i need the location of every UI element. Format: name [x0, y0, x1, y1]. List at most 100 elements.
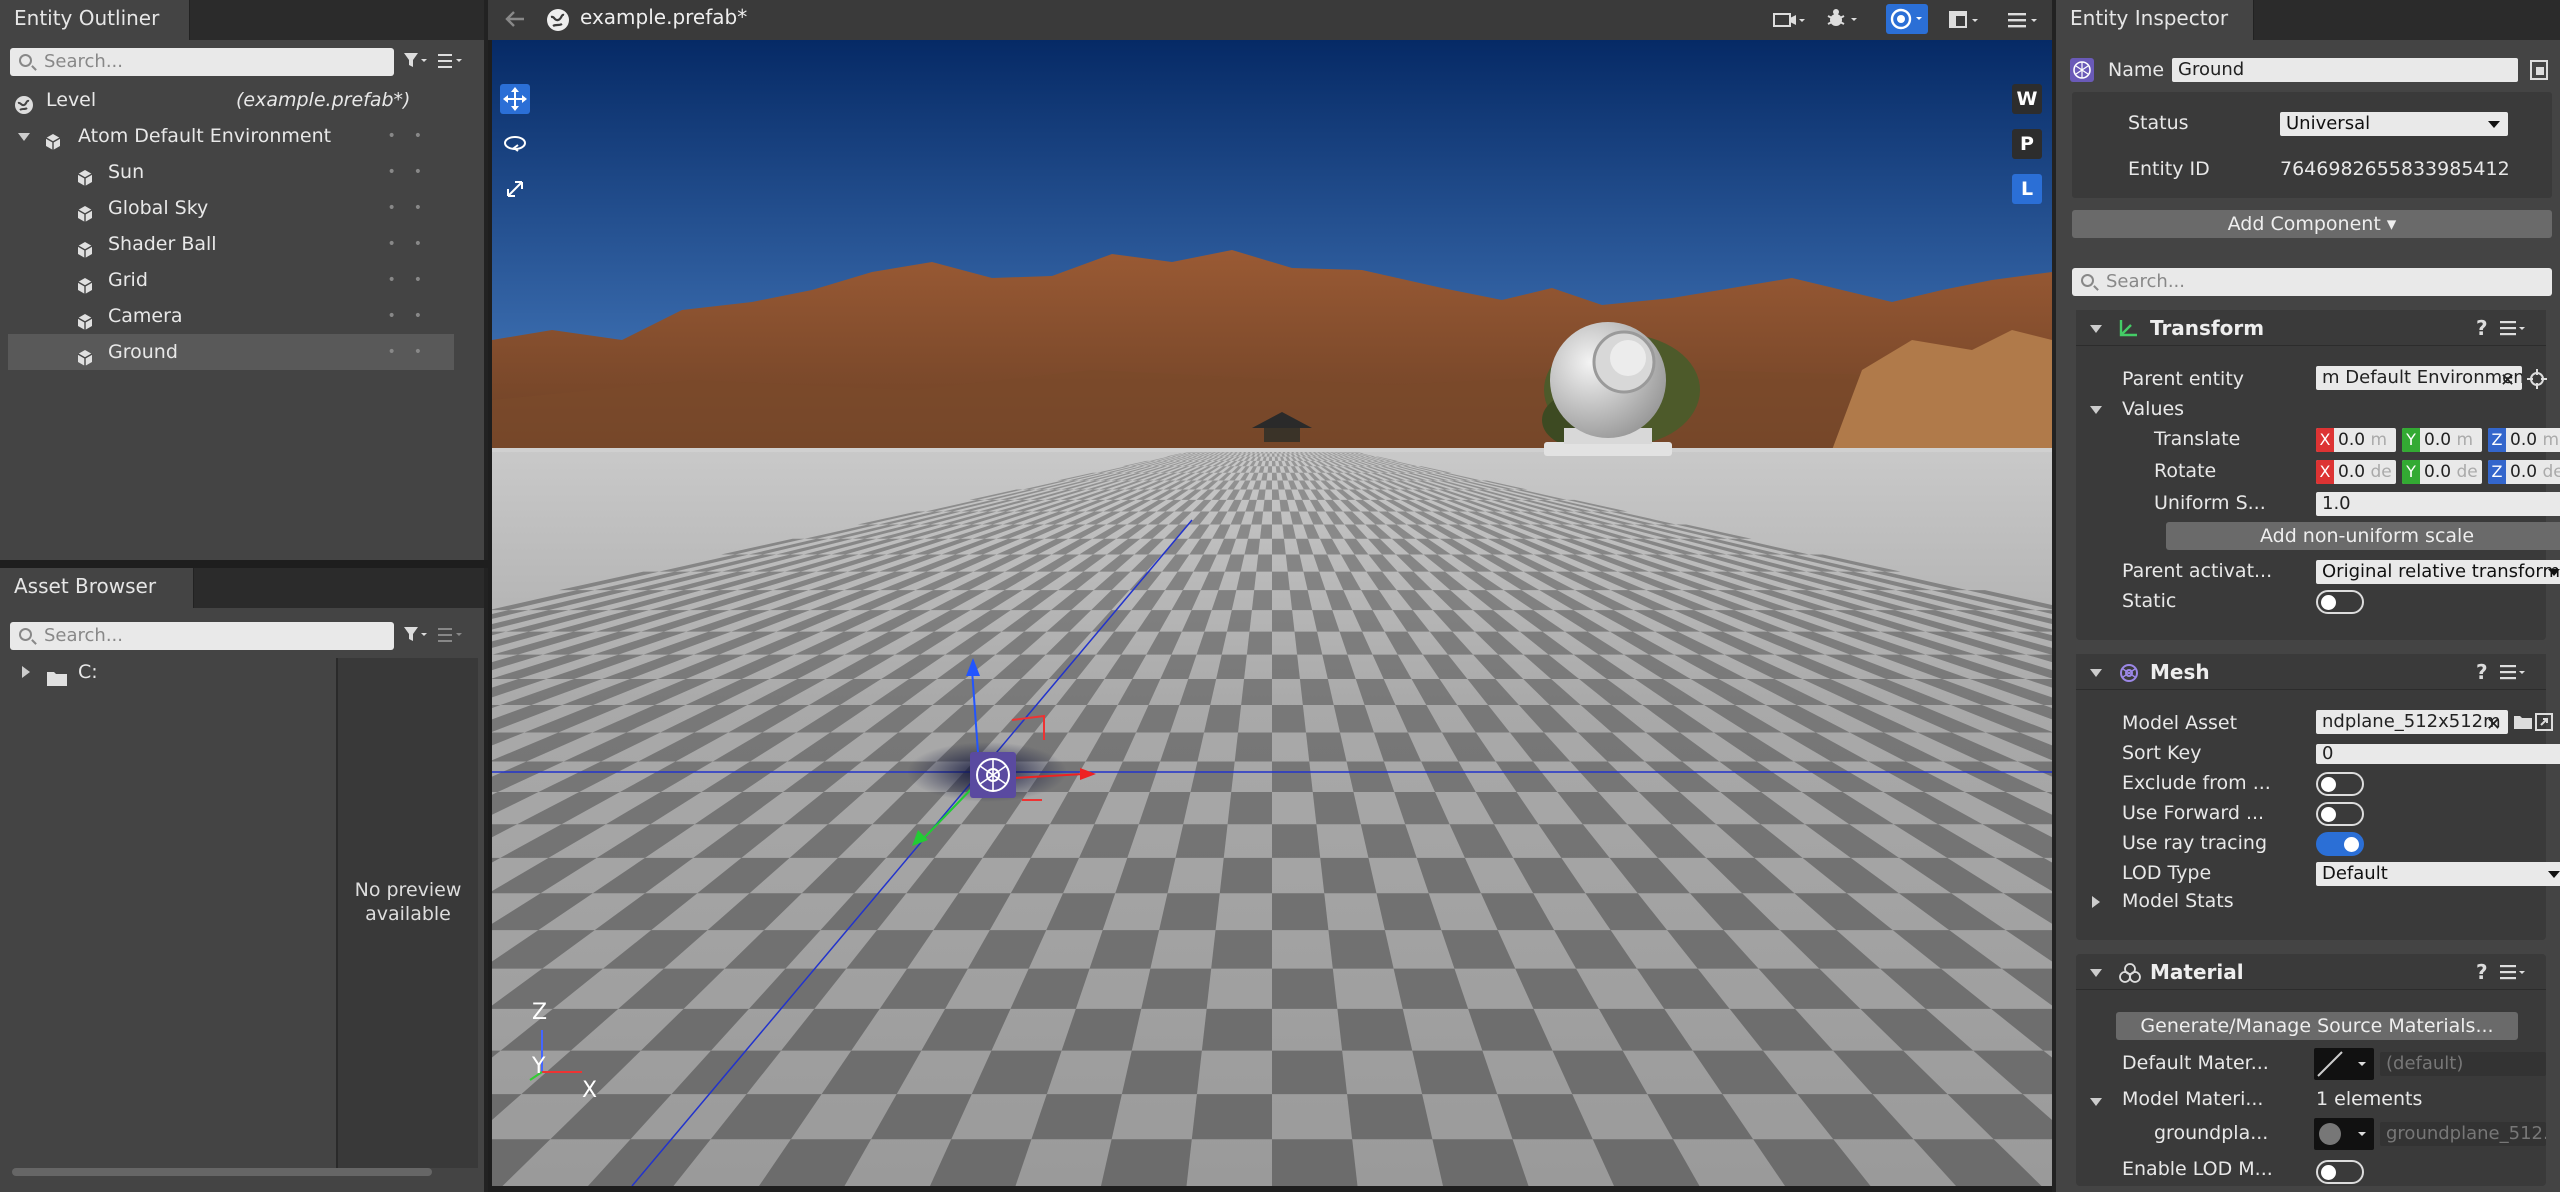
- tree-row-level[interactable]: Level (example.prefab*): [8, 82, 454, 118]
- parent-entity-field[interactable]: m Default Environment: [2316, 366, 2522, 390]
- lod-type-dropdown[interactable]: Default: [2316, 862, 2560, 886]
- mesh-header[interactable]: Mesh ?: [2076, 654, 2546, 690]
- add-component-button[interactable]: Add Component ▾: [2072, 210, 2552, 238]
- help-icon[interactable]: ?: [2476, 660, 2488, 684]
- translate-y-field[interactable]: Y 0.0 m: [2402, 428, 2482, 452]
- translate-z-field[interactable]: Z 0.0 m: [2488, 428, 2560, 452]
- status-dropdown[interactable]: Universal: [2280, 112, 2508, 136]
- layout-icon[interactable]: [1948, 8, 1982, 37]
- component-menu-icon[interactable]: [2496, 662, 2528, 687]
- bug-icon[interactable]: [1826, 6, 1860, 37]
- open-asset-icon[interactable]: [2534, 712, 2554, 737]
- filter-icon[interactable]: [402, 624, 428, 651]
- tab-asset-browser[interactable]: Asset Browser: [0, 568, 194, 608]
- clear-icon[interactable]: ✕: [2486, 714, 2501, 735]
- exclude-toggle[interactable]: [2316, 772, 2364, 796]
- transform-header[interactable]: Transform ?: [2076, 310, 2546, 346]
- eye-icon[interactable]: [1886, 4, 1928, 34]
- outliner-search-input[interactable]: Search...: [10, 48, 394, 76]
- material-title: Material: [2150, 960, 2244, 984]
- use-forward-toggle[interactable]: [2316, 802, 2364, 826]
- hamburger-icon[interactable]: [2006, 8, 2042, 37]
- material-slot-thumbnail[interactable]: [2314, 1118, 2374, 1150]
- static-toggle[interactable]: [2316, 590, 2364, 614]
- material-header[interactable]: Material ?: [2076, 954, 2546, 990]
- ray-tracing-toggle[interactable]: [2316, 832, 2364, 856]
- search-placeholder: Search...: [44, 625, 124, 646]
- rotate-y-field[interactable]: Y 0.0 de: [2402, 460, 2482, 484]
- tab-entity-outliner[interactable]: Entity Outliner: [0, 0, 190, 40]
- pin-icon[interactable]: [2528, 58, 2552, 87]
- visibility-dots[interactable]: ••: [387, 226, 440, 262]
- entity-status-block: [2072, 92, 2552, 198]
- enable-lod-toggle[interactable]: [2316, 1160, 2364, 1184]
- rotate-x-field[interactable]: X 0.0 de: [2316, 460, 2396, 484]
- generate-materials-button[interactable]: Generate/Manage Source Materials...: [2116, 1012, 2518, 1040]
- name-input[interactable]: Ground: [2172, 58, 2518, 82]
- tree-row-drive-c[interactable]: C:: [8, 654, 328, 690]
- help-icon[interactable]: ?: [2476, 960, 2488, 984]
- translate-x-field[interactable]: X 0.0 m: [2316, 428, 2396, 452]
- back-arrow-icon[interactable]: [502, 6, 528, 37]
- model-asset-field[interactable]: ndplane_512x512m: [2316, 710, 2508, 734]
- rotate-z-field[interactable]: Z 0.0 de: [2488, 460, 2560, 484]
- tree-row-entity[interactable]: Grid ••: [8, 262, 454, 298]
- cube-icon: [76, 235, 94, 258]
- visibility-dots[interactable]: ••: [387, 190, 440, 226]
- tree-row-entity[interactable]: Camera ••: [8, 298, 454, 334]
- viewport-scene[interactable]: Z Y X WPL: [492, 40, 2052, 1186]
- camera-icon[interactable]: [1772, 8, 1806, 37]
- scale-tool-button[interactable]: [500, 174, 530, 204]
- tree-row-entity[interactable]: Ground ••: [8, 334, 454, 370]
- use-forward-label: Use Forward ...: [2122, 802, 2265, 824]
- visibility-dots[interactable]: ••: [387, 154, 440, 190]
- model-stats-label[interactable]: Model Stats: [2122, 890, 2234, 912]
- collapse-arrow-icon[interactable]: [2090, 325, 2102, 333]
- collapse-arrow-icon[interactable]: [2090, 969, 2102, 977]
- reference-space-button[interactable]: P: [2012, 129, 2042, 159]
- entity-icon: [2070, 58, 2094, 82]
- tree-row-root[interactable]: Atom Default Environment ••: [8, 118, 454, 154]
- reference-space-button[interactable]: W: [2012, 84, 2042, 114]
- cube-icon: [76, 199, 94, 222]
- tree-row-entity[interactable]: Sun ••: [8, 154, 454, 190]
- component-menu-icon[interactable]: [2496, 962, 2528, 987]
- target-pick-icon[interactable]: [2526, 368, 2548, 395]
- folder-browse-icon[interactable]: [2512, 712, 2534, 737]
- add-nonuniform-scale-button[interactable]: Add non-uniform scale: [2166, 522, 2560, 550]
- hamburger-icon[interactable]: [436, 50, 464, 77]
- collapse-arrow-icon[interactable]: [2090, 669, 2102, 677]
- visibility-dots[interactable]: ••: [387, 334, 440, 370]
- tree-row-entity[interactable]: Global Sky ••: [8, 190, 454, 226]
- expand-arrow-icon[interactable]: [22, 666, 30, 678]
- reference-space-button[interactable]: L: [2012, 174, 2042, 204]
- expand-arrow-icon[interactable]: [2092, 896, 2100, 908]
- filter-icon[interactable]: [402, 50, 428, 77]
- viewport-panel: example.prefab* Z Y X W P L: [488, 0, 2052, 1192]
- visibility-dots[interactable]: ••: [387, 118, 440, 154]
- asset-search-input[interactable]: Search...: [10, 622, 394, 650]
- rotate-tool-button[interactable]: [500, 129, 530, 159]
- parent-activation-dropdown[interactable]: Original relative transform: [2316, 560, 2560, 584]
- collapse-arrow-icon[interactable]: [2090, 1098, 2102, 1106]
- default-material-thumbnail[interactable]: [2314, 1048, 2374, 1080]
- move-tool-button[interactable]: [500, 84, 530, 114]
- component-menu-icon[interactable]: [2496, 318, 2528, 343]
- default-material-field[interactable]: (default): [2380, 1052, 2546, 1076]
- help-icon[interactable]: ?: [2476, 316, 2488, 340]
- horizontal-scrollbar[interactable]: [12, 1168, 432, 1176]
- hamburger-icon[interactable]: [436, 624, 464, 651]
- collapse-arrow-icon[interactable]: [2090, 406, 2102, 414]
- level-file: (example.prefab*): [236, 89, 411, 111]
- clear-icon[interactable]: ✕: [2500, 370, 2515, 391]
- material-slot-field[interactable]: groundplane_512...: [2380, 1122, 2546, 1146]
- entity-outliner-panel: Entity Outliner Search... Level (example…: [0, 0, 488, 560]
- visibility-dots[interactable]: ••: [387, 298, 440, 334]
- inspector-search-input[interactable]: Search...: [2072, 268, 2552, 296]
- uniform-scale-field[interactable]: 1.0: [2316, 492, 2560, 516]
- tab-entity-inspector[interactable]: Entity Inspector: [2056, 0, 2254, 40]
- sort-key-field[interactable]: 0: [2316, 744, 2560, 764]
- tree-row-entity[interactable]: Shader Ball ••: [8, 226, 454, 262]
- visibility-dots[interactable]: ••: [387, 262, 440, 298]
- expand-arrow-icon[interactable]: [18, 133, 30, 141]
